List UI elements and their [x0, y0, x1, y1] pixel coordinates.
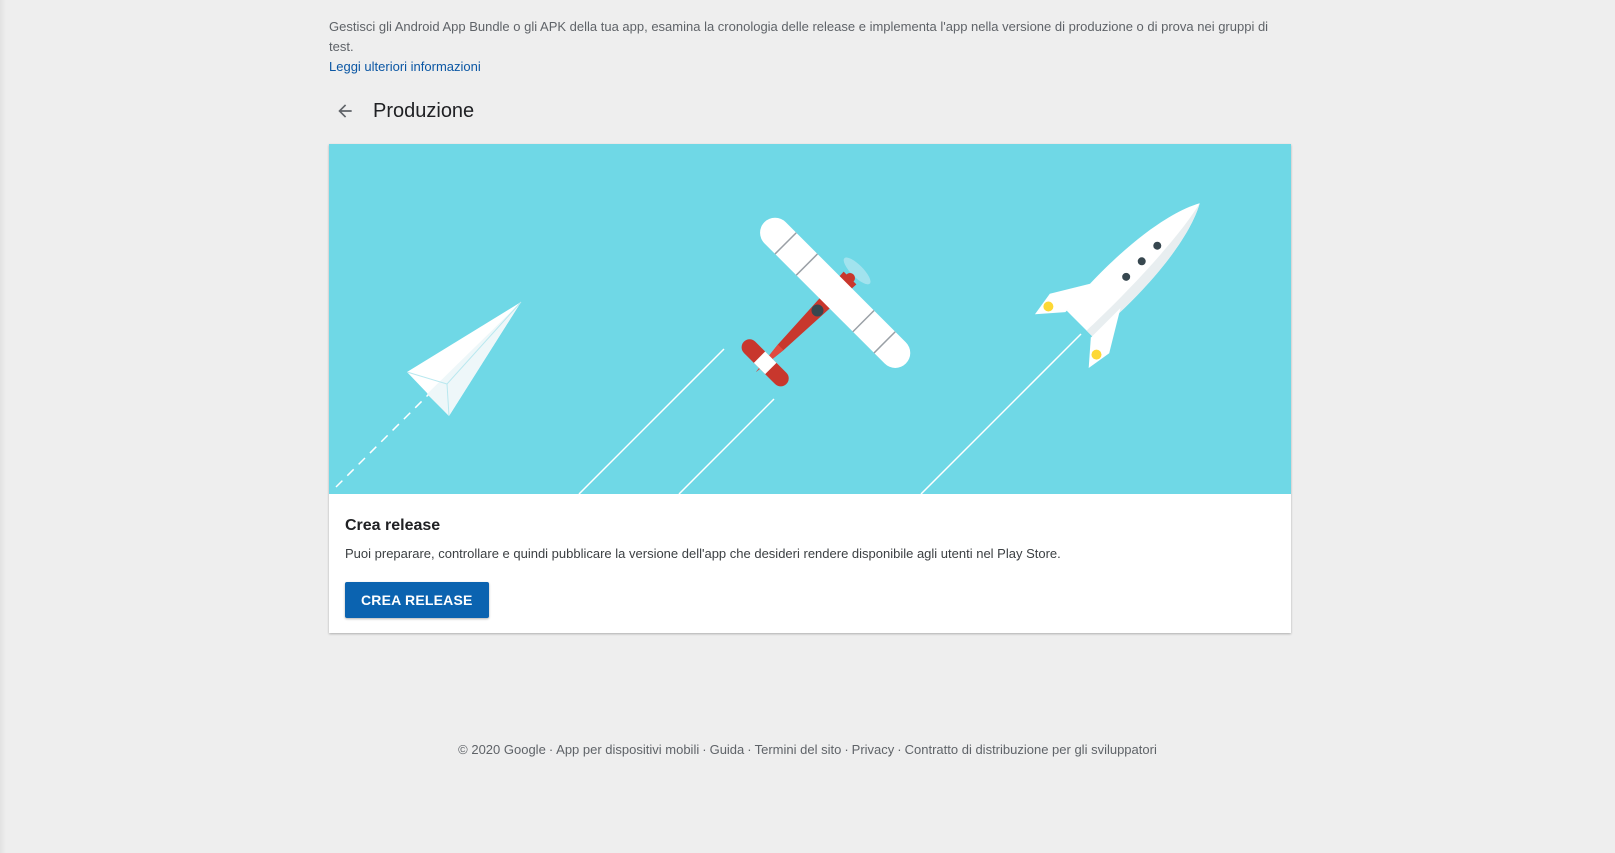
footer-separator: · [548, 742, 554, 757]
card-body: Crea release Puoi preparare, controllare… [329, 494, 1291, 634]
arrow-back-icon [338, 104, 352, 118]
footer-link-help[interactable]: Guida [710, 742, 745, 757]
main-content: Gestisci gli Android App Bundle o gli AP… [329, 0, 1291, 633]
page-header: Produzione [329, 93, 474, 129]
sidebar-edge [0, 0, 6, 853]
footer-link-privacy[interactable]: Privacy [852, 742, 895, 757]
card-description: Puoi preparare, controllare e quindi pub… [345, 546, 1061, 561]
back-button[interactable] [327, 93, 363, 129]
create-release-card: Crea release Puoi preparare, controllare… [329, 144, 1291, 633]
learn-more-link[interactable]: Leggi ulteriori informazioni [329, 57, 481, 77]
footer-link-mobile-apps[interactable]: App per dispositivi mobili [556, 742, 699, 757]
footer-separator: · [747, 742, 752, 757]
footer-separator: · [897, 742, 902, 757]
intro-text: Gestisci gli Android App Bundle o gli AP… [329, 19, 1269, 54]
footer: © 2020 Google · App per dispositivi mobili… [0, 742, 1615, 757]
create-release-button[interactable]: CREA RELEASE [345, 582, 489, 618]
footer-copyright: © 2020 Google [458, 742, 546, 757]
card-title: Crea release [345, 517, 441, 534]
release-illustration [329, 144, 1291, 494]
footer-separator: · [702, 742, 707, 757]
footer-separator: · [844, 742, 849, 757]
footer-link-terms[interactable]: Termini del sito [755, 742, 842, 757]
page-title: Produzione [373, 99, 475, 122]
footer-link-developer-agreement[interactable]: Contratto di distribuzione per gli svilu… [905, 742, 1157, 757]
